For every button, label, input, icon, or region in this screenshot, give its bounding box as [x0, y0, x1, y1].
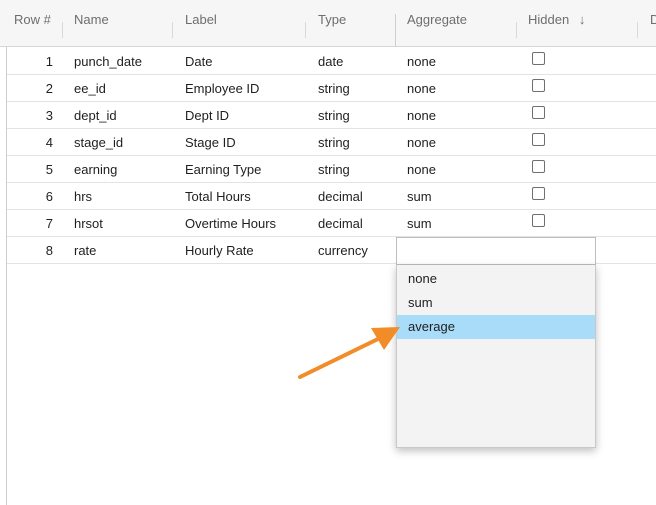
- arrow-icon: [298, 327, 400, 379]
